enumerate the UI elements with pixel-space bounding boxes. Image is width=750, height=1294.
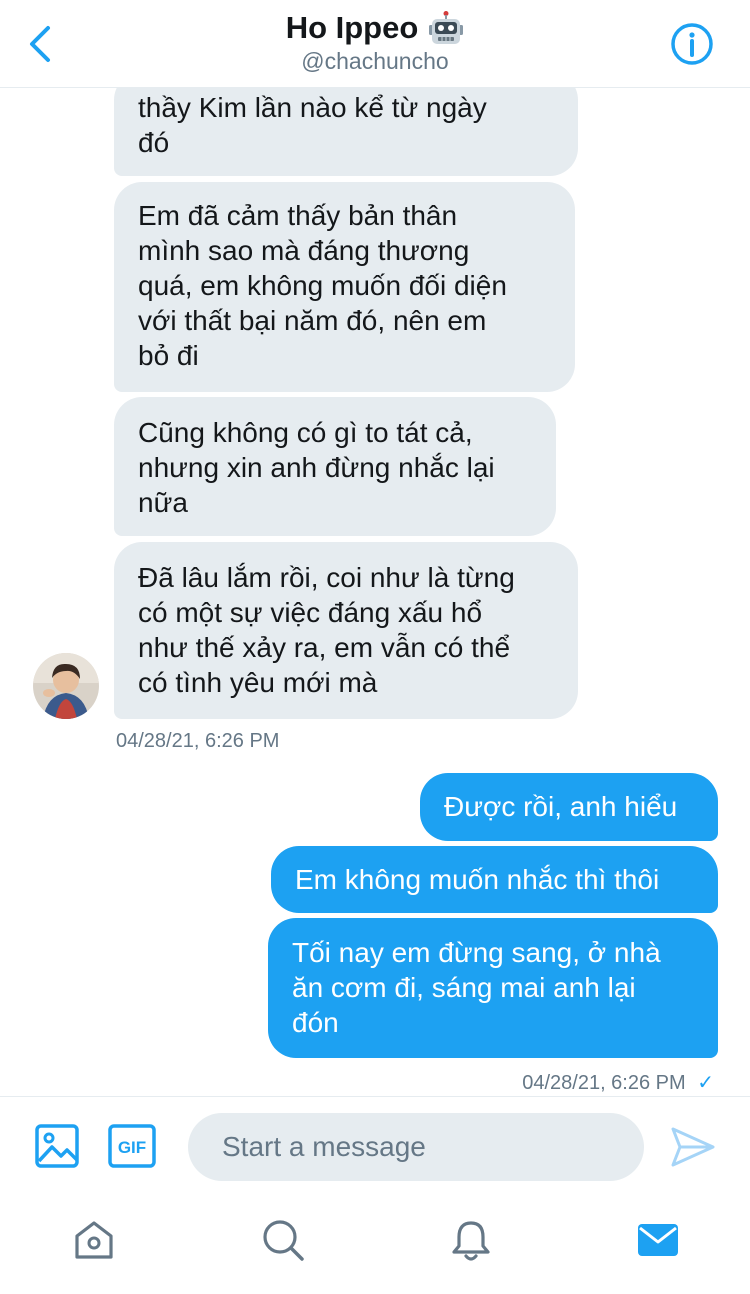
avatar-photo [33, 653, 99, 719]
timestamp-text: 04/28/21, 6:26 PM [522, 1072, 686, 1094]
message-line: đó [138, 127, 170, 158]
search-icon [263, 1220, 304, 1261]
message-line: có tình yêu mới mà [138, 667, 378, 698]
message-composer: GIF [0, 1096, 750, 1196]
message-line: nhưng xin anh đừng nhắc lại [138, 452, 495, 483]
send-button[interactable] [670, 1125, 716, 1169]
tab-notifications[interactable] [449, 1218, 493, 1262]
send-icon [671, 1127, 715, 1167]
message-line: ăn cơm đi, sáng mai anh lại [292, 972, 636, 1003]
info-button[interactable] [670, 22, 714, 66]
home-icon [75, 1221, 113, 1259]
outgoing-timestamp: 04/28/21, 6:26 PM ✓ [522, 1070, 714, 1094]
info-icon [671, 23, 713, 65]
message-line: Em đã cảm thấy bản thân [138, 200, 458, 231]
incoming-timestamp: 04/28/21, 6:26 PM [116, 730, 280, 752]
outgoing-message[interactable]: Em không muốn nhắc thì thôi [271, 846, 718, 913]
conversation-header: Ho Ippeo @chachuncho [0, 0, 750, 88]
image-icon [35, 1124, 79, 1168]
tab-home[interactable] [72, 1218, 116, 1262]
bottom-tab-bar [0, 1196, 750, 1294]
message-line: Đã lâu lắm rồi, coi như là từng [138, 562, 515, 593]
message-line: Cũng không có gì to tát cả, [138, 417, 473, 448]
notifications-icon [452, 1221, 490, 1261]
conversation-title-block[interactable]: Ho Ippeo @chachuncho [0, 10, 750, 75]
message-line: mình sao mà đáng thương [138, 235, 470, 266]
message-line: thầy Kim lần nào kể từ ngày [138, 92, 487, 123]
message-line: Được rồi, anh hiểu [444, 791, 678, 822]
incoming-message[interactable]: Đã lâu lắm rồi, coi như là từng có một s… [114, 542, 578, 719]
message-line: nữa [138, 487, 188, 518]
gif-button[interactable]: GIF [108, 1123, 156, 1169]
attach-media-button[interactable] [34, 1123, 80, 1169]
avatar[interactable] [33, 653, 99, 719]
gif-icon: GIF [108, 1124, 156, 1168]
conversation-handle: @chachuncho [301, 48, 449, 74]
message-line: quá, em không muốn đối diện [138, 270, 507, 301]
robot-face-icon [429, 11, 464, 44]
incoming-message[interactable]: Cũng không có gì to tát cả, nhưng xin an… [114, 397, 556, 536]
read-check-icon: ✓ [697, 1072, 714, 1094]
outgoing-message[interactable]: Tối nay em đừng sang, ở nhà ăn cơm đi, s… [268, 918, 718, 1058]
message-line: bỏ đi [138, 340, 199, 371]
message-line: Tối nay em đừng sang, ở nhà [292, 937, 661, 968]
messages-icon [638, 1224, 678, 1256]
message-line: với thất bại năm đó, nên em [138, 305, 487, 336]
gif-label: GIF [118, 1138, 146, 1157]
message-line: đón [292, 1007, 339, 1038]
message-input[interactable] [188, 1113, 644, 1181]
incoming-message[interactable]: Em đã cảm thấy bản thân mình sao mà đáng… [114, 182, 575, 392]
conversation-title: Ho Ippeo [285, 10, 419, 45]
tab-search[interactable] [261, 1218, 305, 1262]
message-line: có một sự việc đáng xấu hổ [138, 597, 483, 628]
message-line: Em không muốn nhắc thì thôi [295, 864, 660, 895]
tab-messages[interactable] [636, 1218, 680, 1262]
conversation-thread: thầy Kim lần nào kể từ ngày đó Em đã cảm… [0, 0, 750, 1094]
outgoing-message[interactable]: Được rồi, anh hiểu [420, 773, 718, 841]
message-line: như thế xảy ra, em vẫn có thể [138, 632, 511, 663]
